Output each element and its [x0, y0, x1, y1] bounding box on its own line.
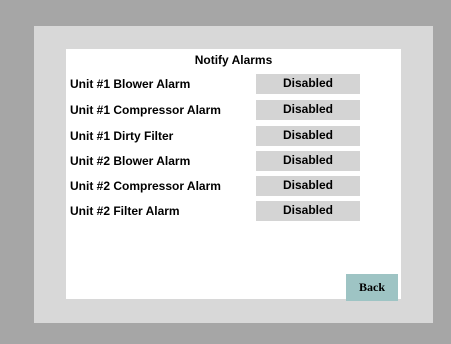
alarm-label: Unit #2 Blower Alarm — [70, 154, 191, 168]
alarm-status-button[interactable]: Disabled — [256, 100, 360, 120]
alarm-status-button[interactable]: Disabled — [256, 201, 360, 221]
alarm-label: Unit #1 Dirty Filter — [70, 129, 174, 143]
alarm-row-unit1-compressor: Unit #1 Compressor Alarm Disabled — [66, 100, 401, 120]
alarm-status-button[interactable]: Disabled — [256, 126, 360, 146]
alarm-label: Unit #2 Filter Alarm — [70, 204, 180, 218]
page-title: Notify Alarms — [194, 53, 273, 67]
alarm-row-unit1-blower: Unit #1 Blower Alarm Disabled — [66, 74, 401, 94]
alarm-row-unit2-compressor: Unit #2 Compressor Alarm Disabled — [66, 176, 401, 196]
alarm-row-unit1-dirty-filter: Unit #1 Dirty Filter Disabled — [66, 126, 401, 146]
hmi-screen: Notify Alarms Unit #1 Blower Alarm Disab… — [66, 49, 401, 301]
alarm-status-button[interactable]: Disabled — [256, 74, 360, 94]
alarm-status-button[interactable]: Disabled — [256, 151, 360, 171]
alarm-status-button[interactable]: Disabled — [256, 176, 360, 196]
alarm-label: Unit #1 Blower Alarm — [70, 77, 191, 91]
alarm-row-unit2-filter: Unit #2 Filter Alarm Disabled — [66, 201, 401, 221]
back-button[interactable]: Back — [346, 274, 398, 301]
alarm-label: Unit #2 Compressor Alarm — [70, 179, 221, 193]
alarm-label: Unit #1 Compressor Alarm — [70, 103, 221, 117]
alarm-row-unit2-blower: Unit #2 Blower Alarm Disabled — [66, 151, 401, 171]
